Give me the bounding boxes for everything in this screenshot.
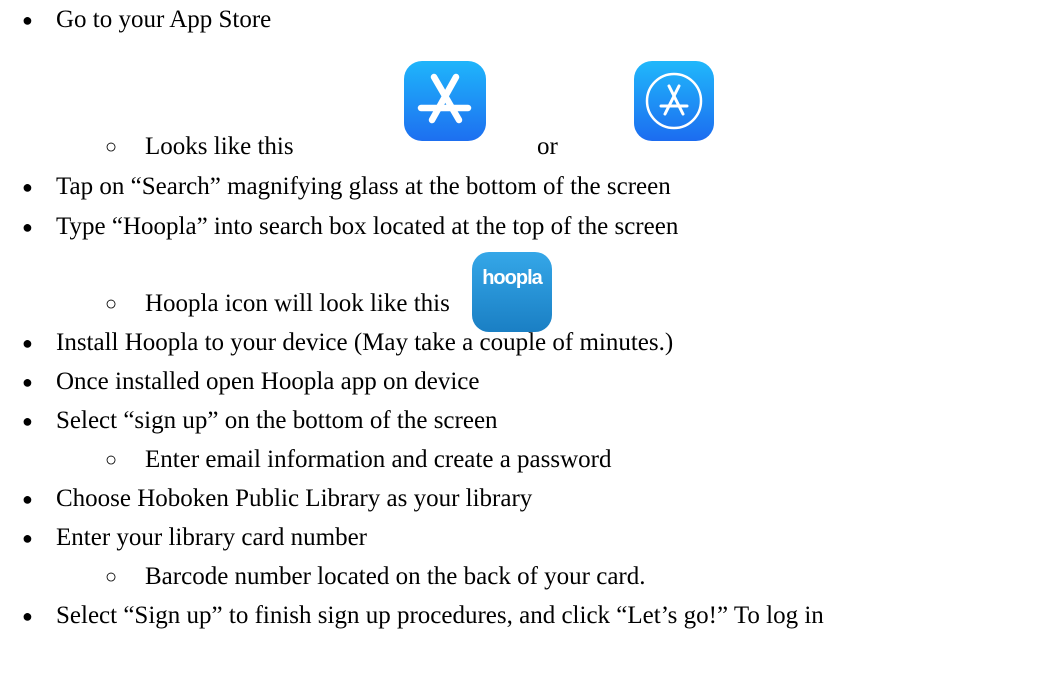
hoopla-logo-text: hoopla (482, 267, 543, 289)
list-item-text: Enter email information and create a pas… (145, 446, 612, 473)
app-store-icon (404, 61, 486, 141)
list-item-text: Select “Sign up” to finish sign up proce… (56, 602, 824, 629)
list-item-text: Once installed open Hoopla app on device (56, 368, 480, 395)
list-item: ● Choose Hoboken Public Library as your … (22, 484, 1022, 514)
bullet-filled: ● (22, 606, 33, 626)
hoopla-app-icon: hoopla (472, 252, 552, 332)
list-item-text: Tap on “Search” magnifying glass at the … (56, 173, 671, 200)
list-item: ● Type “Hoopla” into search box located … (22, 212, 1022, 242)
list-item-text: Install Hoopla to your device (May take … (56, 329, 674, 356)
list-item: ● Go to your App Store (22, 5, 1022, 35)
list-item: ● Install Hoopla to your device (May tak… (22, 328, 1022, 358)
list-item-text: Enter your library card number (56, 524, 367, 551)
bullet-filled: ● (22, 177, 33, 197)
bullet-filled: ● (22, 528, 33, 548)
bullet-filled: ● (22, 411, 33, 431)
bullet-filled: ● (22, 372, 33, 392)
list-item: ○ Barcode number located on the back of … (105, 562, 1005, 592)
list-item-text: Hoopla icon will look like this (145, 290, 450, 317)
instruction-document: { "bullets": { "filled": "●", "hollow": … (0, 0, 1044, 682)
bullet-hollow: ○ (105, 293, 118, 315)
bullet-filled: ● (22, 489, 33, 509)
list-item: ● Select “sign up” on the bottom of the … (22, 406, 1022, 436)
list-item-text: Looks like this (145, 133, 294, 160)
list-item-text: Select “sign up” on the bottom of the sc… (56, 407, 498, 434)
list-item: ○ Enter email information and create a p… (105, 445, 1005, 475)
list-item-text: Barcode number located on the back of yo… (145, 563, 646, 590)
or-label: or (537, 133, 558, 160)
list-item: ● Select “Sign up” to finish sign up pro… (22, 601, 1042, 631)
list-item: ● Once installed open Hoopla app on devi… (22, 367, 1022, 397)
bullet-filled: ● (22, 10, 33, 30)
list-item: ● Tap on “Search” magnifying glass at th… (22, 172, 1022, 202)
list-item: ● Enter your library card number (22, 523, 1022, 553)
list-item: ○ Hoopla icon will look like this (105, 289, 705, 319)
list-item-text: Go to your App Store (56, 6, 272, 33)
bullet-hollow: ○ (105, 566, 118, 588)
bullet-hollow: ○ (105, 136, 118, 158)
bullet-filled: ● (22, 217, 33, 237)
list-item-text: Choose Hoboken Public Library as your li… (56, 485, 533, 512)
bullet-filled: ● (22, 333, 33, 353)
bullet-hollow: ○ (105, 449, 118, 471)
list-item-text: Type “Hoopla” into search box located at… (56, 213, 679, 240)
app-store-legacy-icon (634, 61, 714, 141)
